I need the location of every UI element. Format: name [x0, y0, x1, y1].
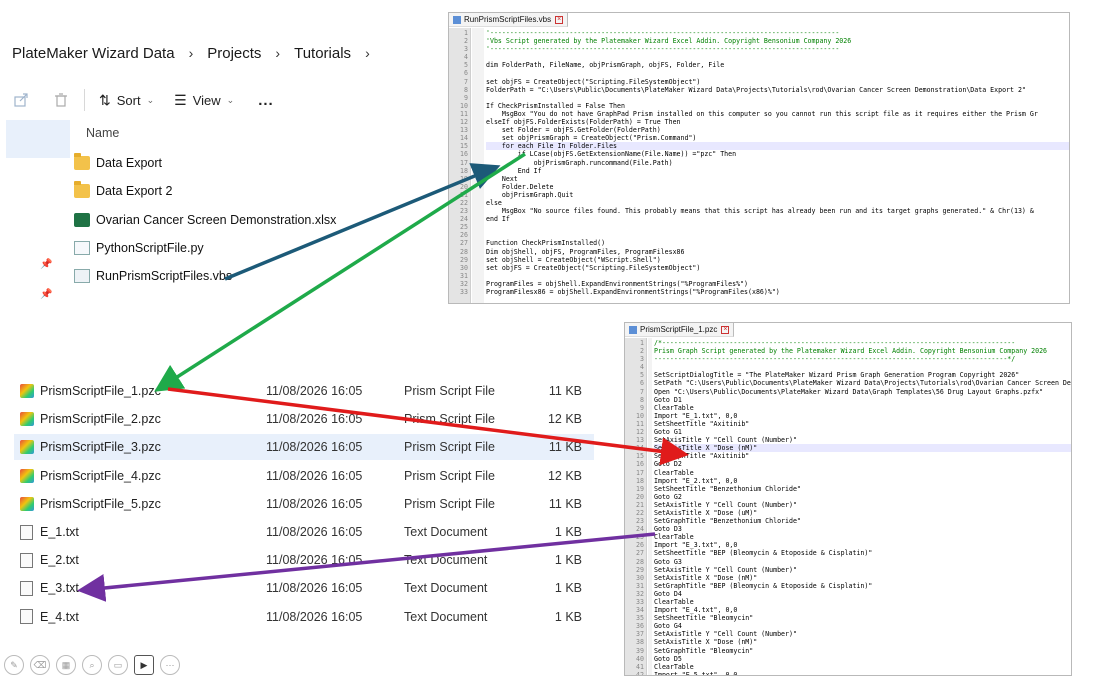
eraser-icon[interactable]: ⌫	[30, 655, 50, 675]
arrow-blue	[224, 163, 501, 281]
screen-icon[interactable]: ▭	[108, 655, 128, 675]
arrow-green	[154, 152, 526, 392]
annotation-arrows	[77, 152, 689, 602]
more-icon[interactable]: ⋯	[160, 655, 180, 675]
bottom-toolbar: ✎ ⌫ ▦ ⌕ ▭ ▶ ⋯	[0, 654, 180, 676]
pen-icon[interactable]: ✎	[4, 655, 24, 675]
grid-icon[interactable]: ▦	[56, 655, 76, 675]
video-icon[interactable]: ▶	[134, 655, 154, 675]
arrow-purple	[77, 532, 656, 602]
arrow-red	[167, 387, 689, 466]
zoom-icon[interactable]: ⌕	[82, 655, 102, 675]
